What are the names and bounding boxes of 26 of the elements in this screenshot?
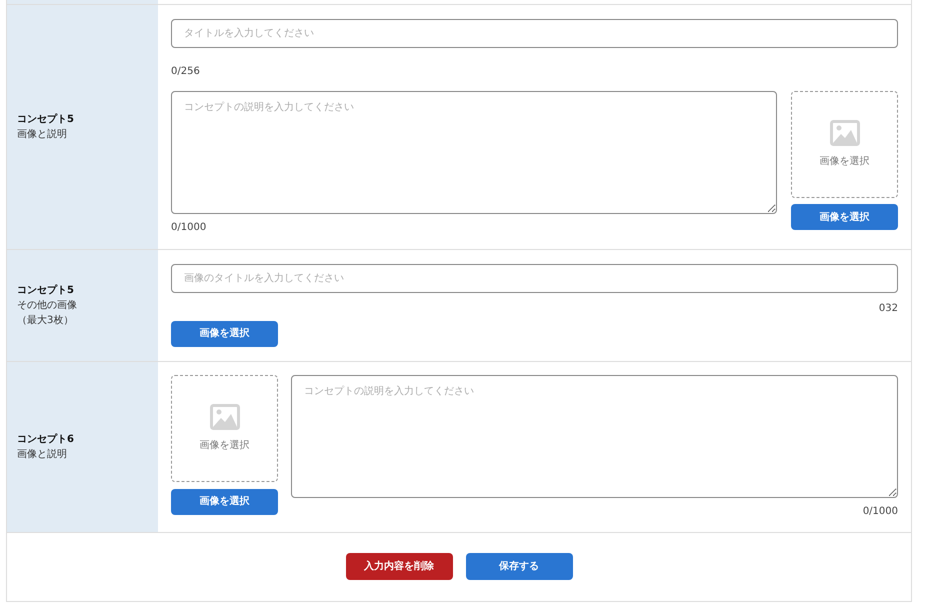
select-image-button[interactable]: 画像を選択: [171, 488, 278, 514]
image-drop-area[interactable]: 画像を選択: [791, 91, 898, 198]
section-note: （最大3枚）: [17, 314, 74, 328]
section-heading: コンセプト6: [17, 432, 75, 446]
image-icon: [830, 120, 860, 146]
description-field[interactable]: コンセプトの説明を入力してください: [171, 91, 777, 214]
character-count: 032: [878, 302, 898, 316]
title-field[interactable]: タイトルを入力してください: [171, 19, 898, 48]
section-subheading: その他の画像: [17, 298, 78, 313]
image-drop-label: 画像を選択: [200, 438, 250, 452]
section-heading: コンセプト5: [17, 112, 75, 127]
character-count: 0/1000: [171, 221, 208, 235]
section-heading: コンセプト5: [17, 283, 75, 298]
character-count: 0/256: [171, 66, 200, 77]
character-count: 0/1000: [862, 504, 898, 518]
image-drop-area[interactable]: 画像を選択: [171, 374, 278, 482]
select-image-button[interactable]: 画像を選択: [171, 320, 278, 346]
save-button[interactable]: 保存する: [466, 552, 572, 580]
section-subheading: 画像と説明: [17, 448, 68, 462]
image-icon: [210, 404, 240, 430]
title-field[interactable]: 画像のタイトルを入力してください: [171, 264, 898, 293]
select-image-button[interactable]: 画像を選択: [791, 204, 898, 230]
section-subheading: 画像と説明: [17, 128, 68, 142]
delete-input-button[interactable]: 入力内容を削除: [346, 552, 452, 580]
image-drop-label: 画像を選択: [820, 155, 870, 169]
description-field[interactable]: コンセプトの説明を入力してください: [291, 374, 898, 498]
